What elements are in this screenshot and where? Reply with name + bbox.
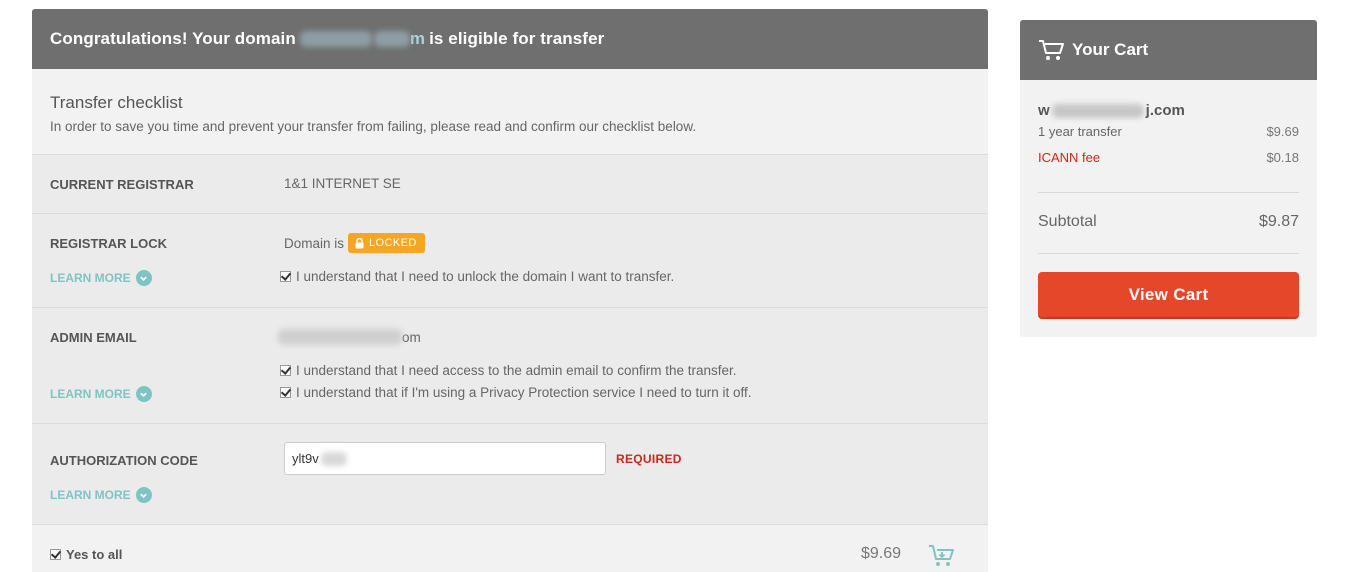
cart-divider: [1038, 253, 1299, 254]
cart-divider: [1038, 192, 1299, 193]
admin-email-row: ADMIN EMAIL LEARN MORE om I understand t…: [32, 308, 988, 424]
cart-line-transfer: 1 year transfer $9.69: [1038, 124, 1299, 139]
checkbox-checked-icon[interactable]: [280, 365, 291, 376]
admin-email-label: ADMIN EMAIL: [50, 330, 137, 345]
cart-domain-prefix: w: [1038, 102, 1050, 119]
header-suffix: is eligible for transfer: [429, 29, 605, 48]
add-to-cart-icon[interactable]: [928, 544, 956, 568]
learn-more-text: LEARN MORE: [50, 488, 131, 502]
line-item-amount: $9.69: [1266, 124, 1299, 139]
admin-email-suffix: om: [402, 329, 421, 345]
required-indicator: REQUIRED: [616, 452, 682, 466]
privacy-confirm[interactable]: I understand that if I'm using a Privacy…: [280, 385, 752, 400]
lock-status: Domain is LOCKED: [284, 233, 425, 253]
cart-panel: Your Cart w j.com 1 year transfer $9.69 …: [1020, 20, 1317, 337]
cart-subtotal: Subtotal $9.87: [1038, 213, 1299, 231]
checkbox-checked-icon[interactable]: [50, 549, 61, 560]
lock-status-prefix: Domain is: [284, 235, 345, 251]
auth-code-label: AUTHORIZATION CODE: [50, 453, 198, 468]
lock-label: REGISTRAR LOCK: [50, 236, 167, 251]
checkbox-checked-icon[interactable]: [280, 271, 291, 282]
redacted-domain: [373, 31, 410, 47]
redacted-email: [278, 329, 402, 345]
redacted-code: [320, 451, 347, 466]
checklist-intro: Transfer checklist In order to save you …: [32, 69, 988, 155]
yes-to-all[interactable]: Yes to all: [50, 547, 122, 562]
cart-title: Your Cart: [1072, 40, 1149, 59]
transfer-panel: Congratulations! Your domain m is eligib…: [32, 9, 988, 572]
auth-code-row: AUTHORIZATION CODE LEARN MORE ylt9v REQU…: [32, 424, 988, 525]
auth-code-input[interactable]: ylt9v: [284, 442, 606, 475]
auth-code-value: ylt9v: [292, 451, 319, 466]
lock-icon: [355, 237, 364, 248]
yes-to-all-label: Yes to all: [66, 547, 123, 562]
cart-header: Your Cart: [1020, 20, 1317, 80]
unlock-confirm-text: I understand that I need to unlock the d…: [296, 269, 675, 284]
registrar-value: 1&1 INTERNET SE: [284, 176, 401, 191]
admin-learn-more[interactable]: LEARN MORE: [50, 386, 152, 402]
privacy-confirm-text: I understand that if I'm using a Privacy…: [296, 385, 752, 400]
registrar-label: CURRENT REGISTRAR: [50, 177, 194, 192]
footer-price: $9.69: [861, 545, 902, 562]
auth-learn-more[interactable]: LEARN MORE: [50, 487, 152, 503]
learn-more-text: LEARN MORE: [50, 271, 131, 285]
eligibility-header: Congratulations! Your domain m is eligib…: [32, 9, 988, 69]
admin-access-confirm-text: I understand that I need access to the a…: [296, 363, 737, 378]
locked-badge-text: LOCKED: [369, 237, 417, 249]
header-prefix: Congratulations! Your domain: [50, 29, 296, 48]
view-cart-button[interactable]: View Cart: [1038, 272, 1299, 319]
header-domain-suffix: m: [409, 29, 426, 48]
registrar-lock-row: REGISTRAR LOCK LEARN MORE Domain is LOCK…: [32, 214, 988, 308]
cart-line-icann-fee: ICANN fee $0.18: [1038, 150, 1299, 165]
chevron-down-icon: [135, 487, 152, 503]
cart-icon: [1039, 40, 1064, 60]
cart-domain: w j.com: [1038, 102, 1185, 119]
registrar-row: CURRENT REGISTRAR 1&1 INTERNET SE: [32, 155, 988, 214]
admin-email-value: om: [278, 329, 421, 345]
admin-access-confirm[interactable]: I understand that I need access to the a…: [280, 363, 737, 378]
subtotal-label: Subtotal: [1038, 213, 1097, 230]
line-item-label: 1 year transfer: [1038, 124, 1122, 139]
line-item-label: ICANN fee: [1038, 150, 1101, 165]
footer-row: Yes to all $9.69: [32, 525, 988, 572]
locked-badge: LOCKED: [348, 233, 425, 253]
cart-domain-suffix: j.com: [1145, 102, 1185, 119]
line-item-amount: $0.18: [1266, 150, 1299, 165]
redacted-domain: [299, 31, 372, 47]
unlock-confirm[interactable]: I understand that I need to unlock the d…: [280, 269, 674, 284]
chevron-down-icon: [135, 386, 152, 402]
learn-more-text: LEARN MORE: [50, 387, 131, 401]
checkbox-checked-icon[interactable]: [280, 387, 291, 398]
lock-learn-more[interactable]: LEARN MORE: [50, 270, 152, 286]
subtotal-amount: $9.87: [1258, 213, 1299, 230]
checklist-title: Transfer checklist: [50, 93, 183, 112]
chevron-down-icon: [135, 270, 152, 286]
checklist-description: In order to save you time and prevent yo…: [50, 119, 697, 134]
redacted-domain: [1051, 103, 1144, 118]
